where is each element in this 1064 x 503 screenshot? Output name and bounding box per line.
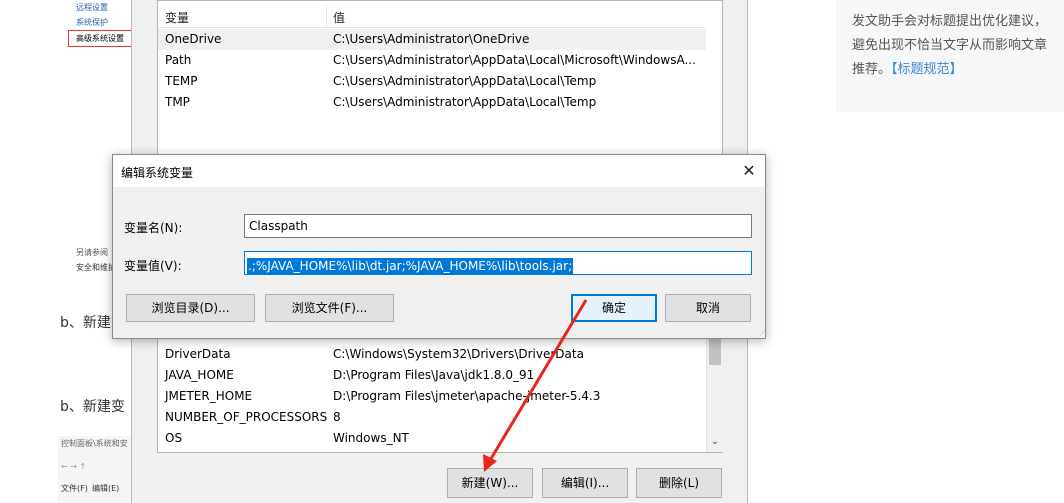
arrow-head bbox=[483, 454, 497, 472]
annotation-arrow bbox=[483, 299, 588, 472]
arrow-shaft bbox=[487, 299, 588, 463]
